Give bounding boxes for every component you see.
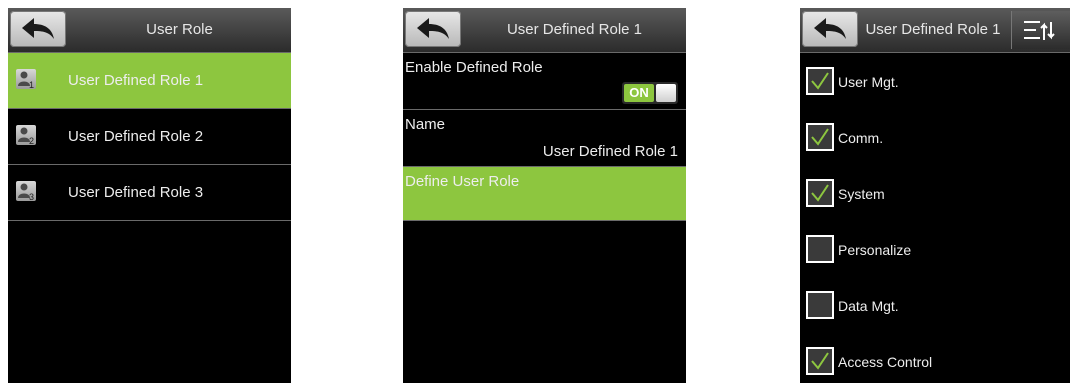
role-detail-screen: User Defined Role 1 Enable Defined Role … — [403, 8, 686, 383]
permission-checkbox[interactable] — [806, 347, 834, 375]
role-permissions-screen: User Defined Role 1 User Mgt. Comm. Syst… — [800, 8, 1070, 383]
permission-item[interactable]: Access Control — [800, 335, 1070, 383]
permission-item[interactable]: Personalize — [800, 223, 1070, 277]
enable-role-row[interactable]: Enable Defined Role ON — [403, 53, 686, 110]
enable-role-label: Enable Defined Role — [405, 59, 543, 76]
permission-item[interactable]: User Mgt. — [800, 55, 1070, 109]
sort-button[interactable] — [1011, 11, 1070, 49]
permission-item[interactable]: Comm. — [800, 111, 1070, 165]
back-button[interactable] — [405, 11, 461, 47]
define-role-label: Define User Role — [405, 173, 520, 190]
user-role-screen: User Role 1 User Defined Role 1 2 User D… — [8, 8, 291, 383]
toggle-state: ON — [624, 84, 654, 102]
top-bar: User Defined Role 1 — [800, 8, 1070, 53]
user-role-icon: 3 — [16, 181, 36, 201]
top-bar: User Defined Role 1 — [403, 8, 686, 53]
top-bar: User Role — [8, 8, 291, 53]
name-row[interactable]: Name User Defined Role 1 — [403, 110, 686, 167]
define-role-row[interactable]: Define User Role — [403, 167, 686, 221]
role-label: User Defined Role 3 — [68, 184, 204, 201]
permission-label: Personalize — [838, 242, 912, 258]
permission-checkbox[interactable] — [806, 123, 834, 151]
name-value: User Defined Role 1 — [542, 143, 678, 160]
role-number: 2 — [29, 136, 34, 145]
user-role-icon: 1 — [16, 69, 36, 89]
role-item-3[interactable]: 3 User Defined Role 3 — [8, 165, 291, 221]
role-item-2[interactable]: 2 User Defined Role 2 — [8, 109, 291, 165]
enable-role-toggle[interactable]: ON — [622, 82, 678, 104]
page-title: User Defined Role 1 — [506, 21, 643, 38]
permission-label: User Mgt. — [838, 74, 899, 90]
checkmark-icon — [811, 184, 829, 202]
toggle-knob — [656, 84, 676, 102]
checkmark-icon — [811, 128, 829, 146]
back-arrow-icon — [814, 18, 846, 39]
permission-label: Comm. — [838, 130, 884, 146]
permission-checkbox[interactable] — [806, 291, 834, 319]
name-label: Name — [405, 116, 446, 133]
permission-checkbox[interactable] — [806, 235, 834, 263]
role-label: User Defined Role 2 — [68, 128, 204, 145]
role-number: 1 — [29, 80, 34, 89]
back-button[interactable] — [10, 11, 66, 47]
permission-checkbox[interactable] — [806, 67, 834, 95]
role-item-1[interactable]: 1 User Defined Role 1 — [8, 53, 291, 109]
page-title: User Role — [146, 21, 213, 38]
role-label: User Defined Role 1 — [68, 72, 204, 89]
sort-icon — [1024, 21, 1055, 40]
user-role-icon: 2 — [16, 125, 36, 145]
back-button[interactable] — [802, 11, 858, 47]
back-arrow-icon — [22, 18, 54, 39]
checkmark-icon — [811, 352, 829, 370]
checkmark-icon — [811, 72, 829, 90]
permission-label: Data Mgt. — [838, 298, 899, 314]
page-title: User Defined Role 1 — [865, 21, 1001, 38]
permission-item[interactable]: System — [800, 167, 1070, 221]
permission-label: Access Control — [838, 354, 933, 370]
role-number: 3 — [29, 192, 34, 201]
permission-label: System — [838, 186, 885, 202]
permission-checkbox[interactable] — [806, 179, 834, 207]
permission-item[interactable]: Data Mgt. — [800, 279, 1070, 333]
back-arrow-icon — [417, 18, 449, 39]
